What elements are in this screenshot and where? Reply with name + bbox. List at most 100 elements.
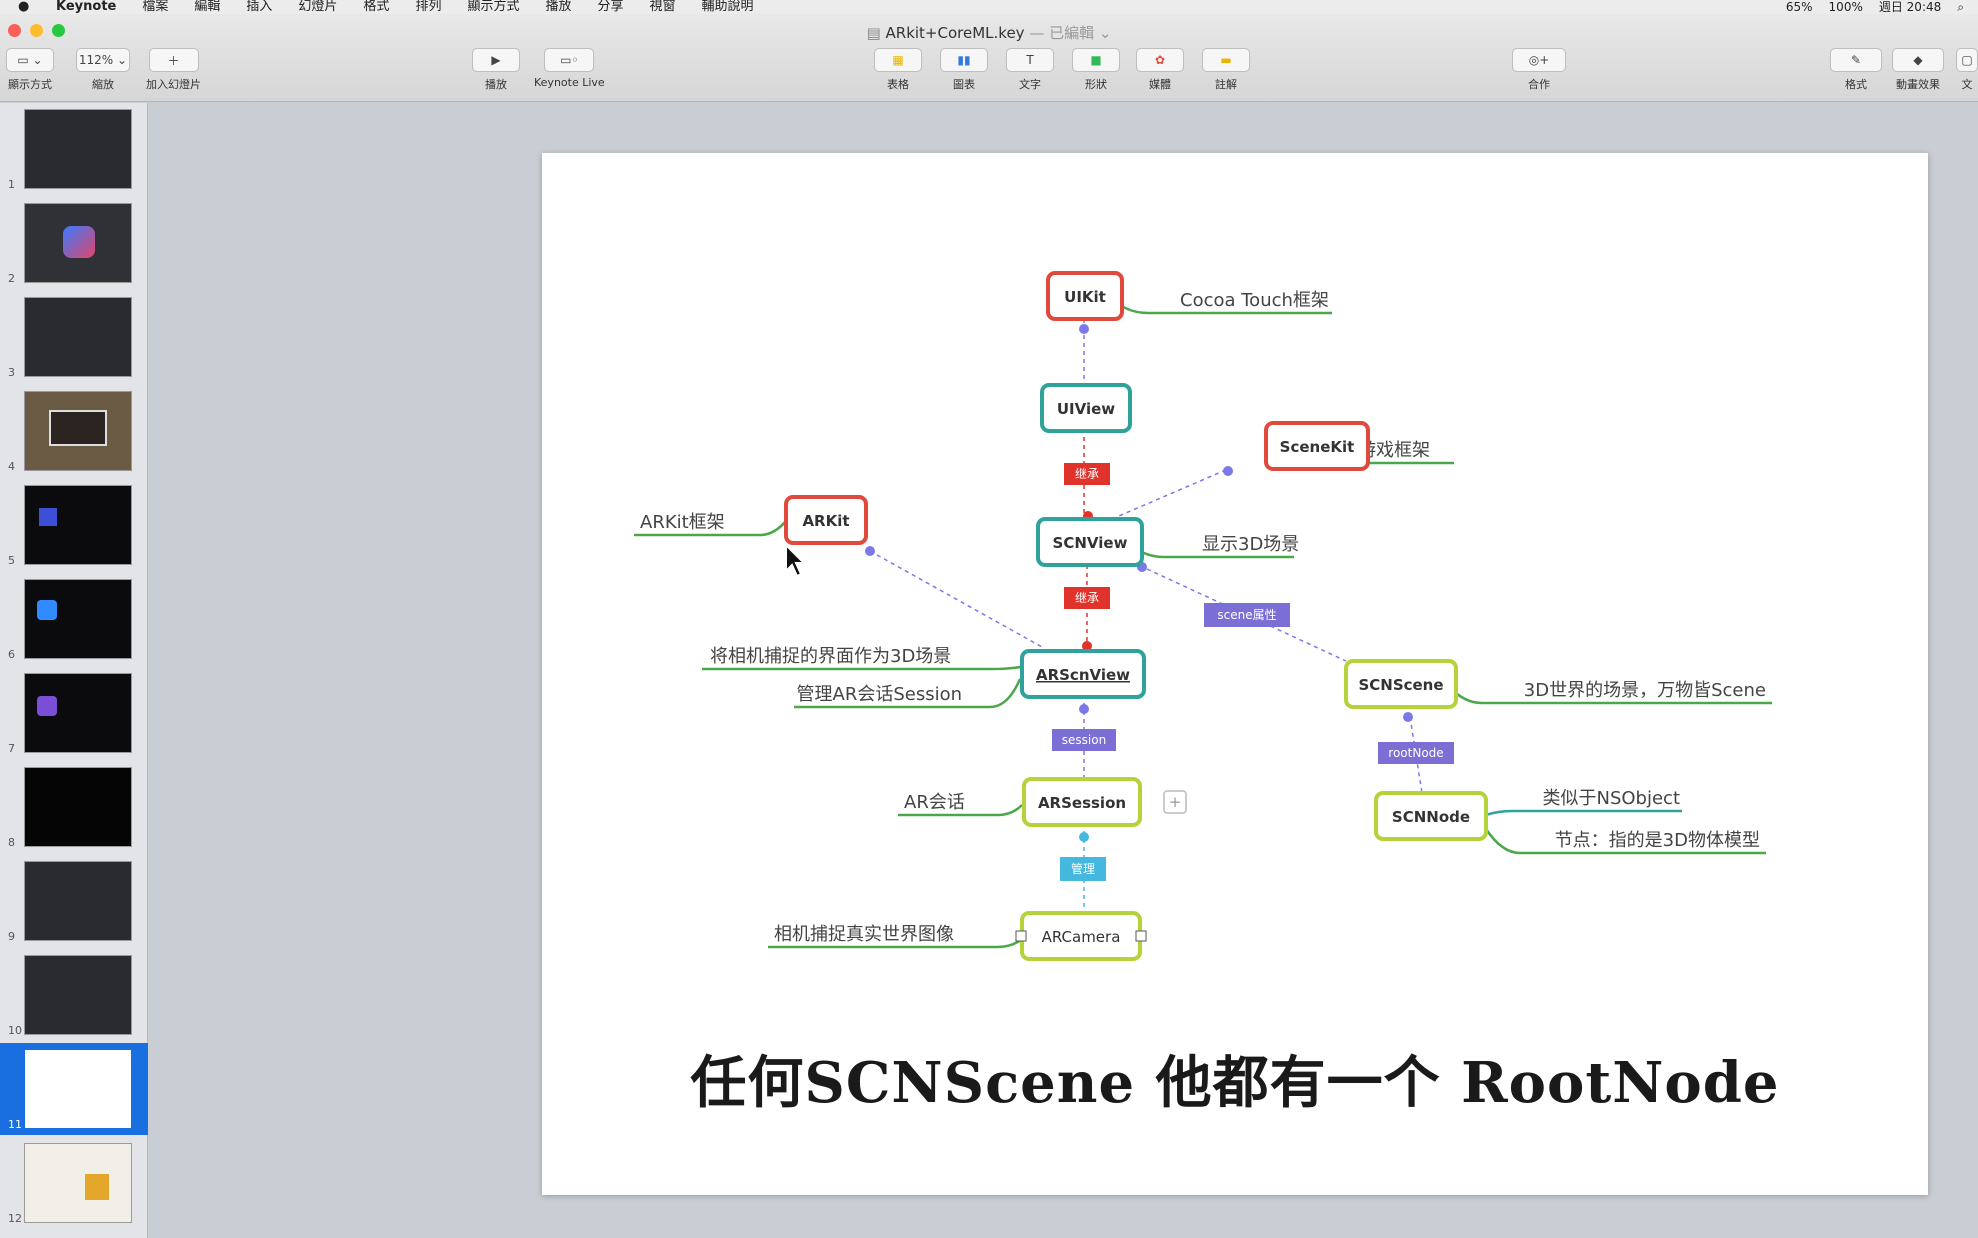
text-icon[interactable]: T bbox=[1006, 48, 1054, 72]
slide-thumbnail[interactable]: 5 bbox=[0, 479, 148, 571]
resize-handle-right[interactable] bbox=[1135, 930, 1147, 942]
clock[interactable]: 週日 20:48 bbox=[1879, 0, 1941, 14]
menu-keynote[interactable]: Keynote bbox=[56, 0, 116, 14]
note-arscnview-2[interactable]: 管理AR会话Session bbox=[797, 684, 963, 705]
slide-thumbnail-selected[interactable]: 11 bbox=[0, 1043, 148, 1135]
note-arsession[interactable]: AR会话 bbox=[904, 792, 965, 813]
tag-session-label: session bbox=[1062, 733, 1106, 747]
slide-thumbnail[interactable]: 6 bbox=[0, 573, 148, 665]
menu-share[interactable]: 分享 bbox=[597, 0, 623, 14]
slide-preview bbox=[24, 485, 132, 565]
menu-format[interactable]: 格式 bbox=[363, 0, 389, 14]
chart-tool[interactable]: ▮▮ 圖表 bbox=[940, 48, 988, 92]
chart-label: 圖表 bbox=[953, 78, 975, 91]
menu-view[interactable]: 顯示方式 bbox=[467, 0, 519, 14]
media-icon[interactable]: ✿ bbox=[1136, 48, 1184, 72]
menu-arrange[interactable]: 排列 bbox=[415, 0, 441, 14]
media-tool[interactable]: ✿ 媒體 bbox=[1136, 48, 1184, 92]
node-scnscene-label: SCNScene bbox=[1358, 676, 1443, 694]
battery-status[interactable]: 100% bbox=[1829, 0, 1863, 14]
comment-icon[interactable]: ▬ bbox=[1202, 48, 1250, 72]
slide-preview bbox=[24, 579, 132, 659]
note-scnscene[interactable]: 3D世界的场景，万物皆Scene bbox=[1524, 680, 1766, 701]
menu-play[interactable]: 播放 bbox=[545, 0, 571, 14]
table-tool[interactable]: ▦ 表格 bbox=[874, 48, 922, 92]
keynote-live-label: Keynote Live bbox=[534, 76, 605, 89]
animate-icon[interactable]: ◆ bbox=[1892, 48, 1944, 72]
edited-indicator[interactable]: — 已編輯 ⌄ bbox=[1029, 24, 1111, 42]
text-tool[interactable]: T 文字 bbox=[1006, 48, 1054, 92]
note-scnnode-2[interactable]: 节点：指的是3D物体模型 bbox=[1555, 830, 1760, 851]
collaborate-icon[interactable]: ◎+ bbox=[1512, 48, 1566, 72]
plus-icon[interactable]: ＋ bbox=[148, 48, 199, 72]
slide-thumbnail[interactable]: 4 bbox=[0, 385, 148, 477]
resize-handle-left[interactable] bbox=[1015, 930, 1027, 942]
animate-label: 動畫效果 bbox=[1896, 78, 1940, 91]
slide-number: 9 bbox=[8, 930, 15, 943]
note-arcamera[interactable]: 相机捕捉真实世界图像 bbox=[774, 924, 954, 945]
menu-window[interactable]: 視窗 bbox=[650, 0, 676, 14]
tag-rootnode-label: rootNode bbox=[1388, 746, 1443, 760]
note-arscnview-1[interactable]: 将相机捕捉的界面作为3D场景 bbox=[710, 646, 951, 667]
chart-icon[interactable]: ▮▮ bbox=[940, 48, 988, 72]
format-brush-icon[interactable]: ✎ bbox=[1830, 48, 1882, 72]
slide-thumbnail[interactable]: 9 bbox=[0, 855, 148, 947]
table-icon[interactable]: ▦ bbox=[874, 48, 922, 72]
view-label: 顯示方式 bbox=[8, 78, 52, 91]
collaborate-tool[interactable]: ◎+ 合作 bbox=[1512, 48, 1566, 92]
note-scnnode-1[interactable]: 类似于NSObject bbox=[1542, 788, 1680, 809]
view-icon[interactable]: ▭ ⌄ bbox=[6, 48, 54, 72]
slide-thumbnail[interactable]: 12 bbox=[0, 1137, 148, 1229]
menu-slide[interactable]: 幻燈片 bbox=[298, 0, 337, 14]
node-uiview-label: UIView bbox=[1057, 400, 1115, 418]
slide-number: 6 bbox=[8, 648, 15, 661]
window-toolbar: ▤ ARkit+CoreML.key — 已編輯 ⌄ ▭ ⌄ 顯示方式 112%… bbox=[0, 14, 1978, 102]
note-arkit[interactable]: ARKit框架 bbox=[640, 512, 725, 533]
slide-number: 12 bbox=[8, 1212, 22, 1225]
document-inspector-icon[interactable]: ▢ bbox=[1956, 48, 1978, 72]
view-tool[interactable]: ▭ ⌄ 顯示方式 bbox=[6, 48, 54, 92]
comment-tool[interactable]: ▬ 註解 bbox=[1202, 48, 1250, 92]
note-uikit[interactable]: Cocoa Touch框架 bbox=[1180, 290, 1329, 311]
slide[interactable]: Cocoa Touch框架 3D游戏框架 ARKit框架 显示3D场景 将相机捕… bbox=[542, 153, 1928, 1195]
shape-icon[interactable]: ■ bbox=[1072, 48, 1120, 72]
slide-canvas[interactable]: Cocoa Touch框架 3D游戏框架 ARKit框架 显示3D场景 将相机捕… bbox=[148, 103, 1978, 1238]
keynote-live-tool[interactable]: ▭◦ Keynote Live bbox=[534, 48, 605, 89]
note-line-arscnview-1 bbox=[702, 665, 1021, 671]
document-icon: ▤ bbox=[866, 24, 886, 42]
slide-thumbnail[interactable]: 3 bbox=[0, 291, 148, 383]
keynote-live-icon[interactable]: ▭◦ bbox=[544, 48, 595, 72]
search-icon[interactable]: ⌕ bbox=[1957, 0, 1964, 14]
animate-tool[interactable]: ◆ 動畫效果 bbox=[1892, 48, 1944, 92]
slide-thumbnail[interactable]: 7 bbox=[0, 667, 148, 759]
play-tool[interactable]: ▶ 播放 bbox=[472, 48, 520, 92]
slide-thumbnail[interactable]: 10 bbox=[0, 949, 148, 1041]
document-tool[interactable]: ▢ 文 bbox=[1956, 48, 1978, 92]
slide-preview bbox=[24, 1049, 132, 1129]
apple-icon[interactable]: ● bbox=[18, 0, 36, 14]
node-uikit-label: UIKit bbox=[1064, 288, 1106, 306]
text-label: 文字 bbox=[1019, 78, 1041, 91]
menu-edit[interactable]: 編輯 bbox=[194, 0, 220, 14]
dot bbox=[1403, 712, 1413, 722]
zoom-tool[interactable]: 112% ⌄ 縮放 bbox=[76, 48, 130, 92]
menu-file[interactable]: 檔案 bbox=[142, 0, 168, 14]
add-slide-tool[interactable]: ＋ 加入幻燈片 bbox=[146, 48, 201, 92]
zoom-select[interactable]: 112% ⌄ bbox=[76, 48, 130, 72]
dot bbox=[1079, 832, 1089, 842]
shape-tool[interactable]: ■ 形狀 bbox=[1072, 48, 1120, 92]
slide-thumbnail[interactable]: 8 bbox=[0, 761, 148, 853]
format-tool[interactable]: ✎ 格式 bbox=[1830, 48, 1882, 92]
menu-help[interactable]: 輔助說明 bbox=[702, 0, 754, 14]
slide-thumbnail[interactable]: 1 bbox=[0, 103, 148, 195]
slide-number: 7 bbox=[8, 742, 15, 755]
connectors bbox=[869, 319, 1423, 907]
play-icon[interactable]: ▶ bbox=[472, 48, 520, 72]
note-scnview[interactable]: 显示3D场景 bbox=[1202, 534, 1299, 555]
menu-insert[interactable]: 插入 bbox=[246, 0, 272, 14]
slide-thumbnail[interactable]: 2 bbox=[0, 197, 148, 289]
shape-label: 形狀 bbox=[1085, 78, 1107, 91]
node-arsession-label: ARSession bbox=[1038, 794, 1126, 812]
slide-preview bbox=[24, 297, 132, 377]
slide-caption[interactable]: 任何SCNScene 他都有一个 RootNode bbox=[542, 1038, 1928, 1119]
